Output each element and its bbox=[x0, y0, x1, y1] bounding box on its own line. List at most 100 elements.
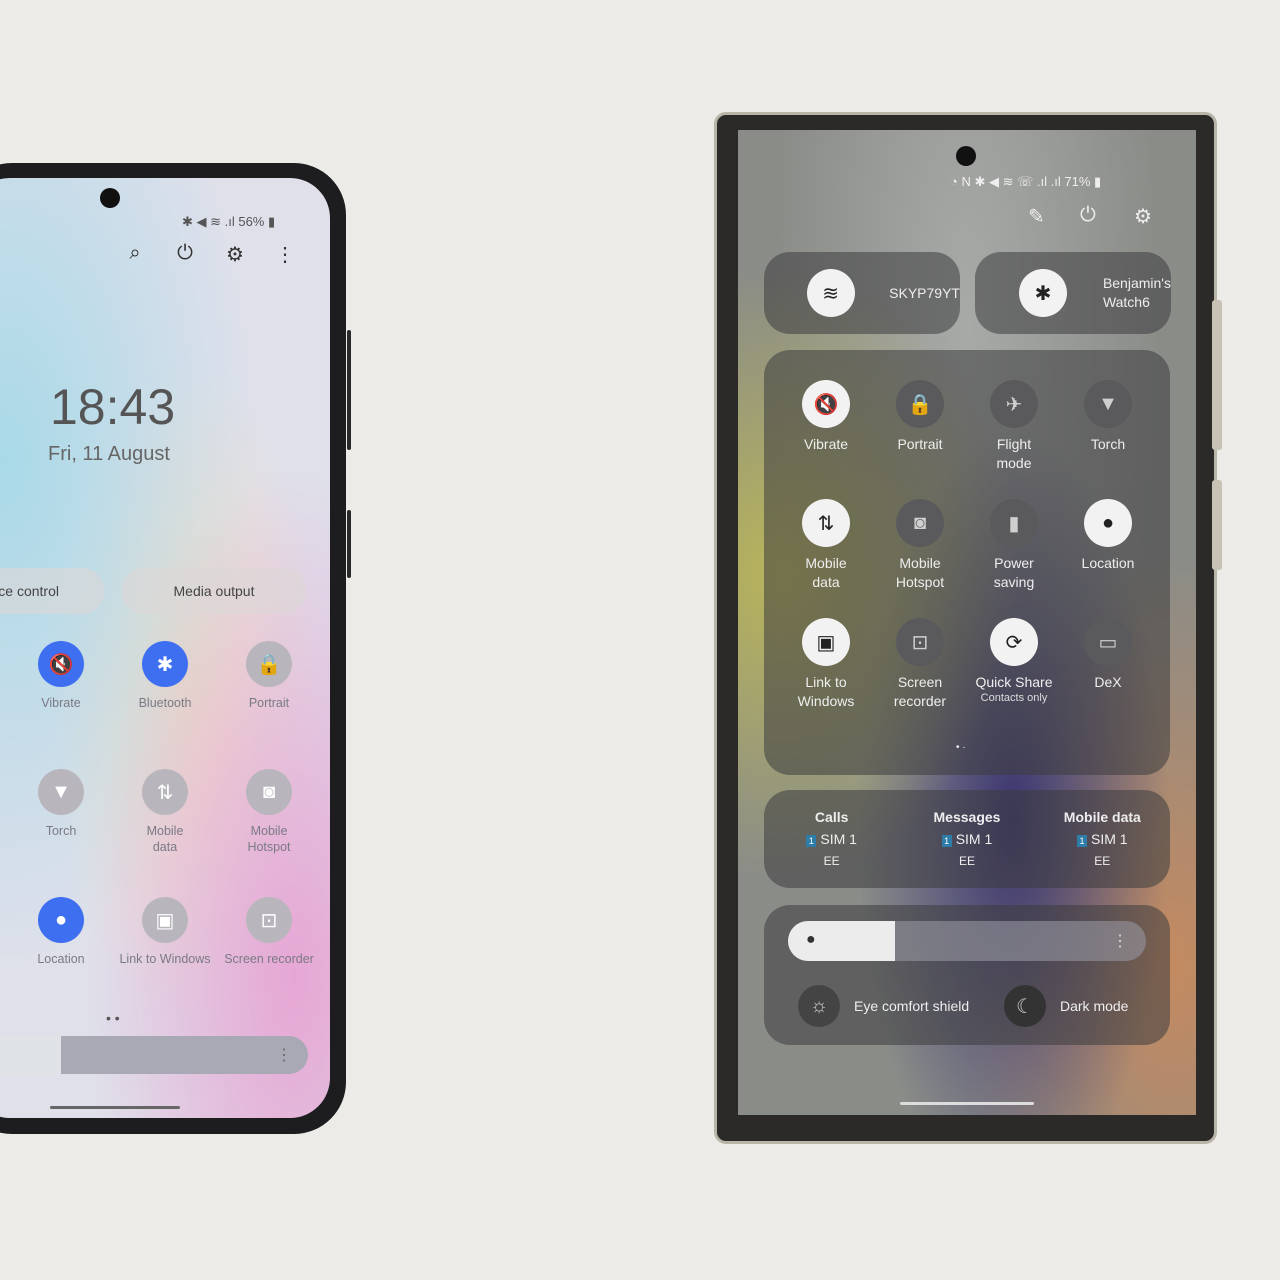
sim-panel: Calls 1 SIM 1 EE Messages 1 SIM 1 EE Mobil… bbox=[764, 790, 1170, 888]
more-vert-icon[interactable]: ⋮ bbox=[272, 242, 298, 267]
sim-1[interactable]: Messages 1 SIM 1 EE bbox=[902, 806, 1032, 872]
tile-label: Quick Share bbox=[975, 674, 1053, 690]
tile-label: Screen recorder bbox=[224, 952, 314, 966]
tile-hotspot[interactable]: ◙ Mobile Hotspot bbox=[873, 499, 967, 592]
tile-label: Link to Windows bbox=[119, 952, 211, 966]
front-camera bbox=[100, 188, 120, 208]
vibrate-icon: 🔇 bbox=[38, 641, 84, 687]
tile-hotspot[interactable]: ◙ Mobile Hotspot bbox=[217, 769, 321, 855]
sim-number-badge: 1 bbox=[941, 835, 952, 847]
edit-icon[interactable]: ✎ bbox=[1028, 204, 1045, 229]
tile-label: Vibrate bbox=[803, 436, 849, 452]
eye-comfort-toggle[interactable]: ☼ Eye comfort shield bbox=[798, 985, 969, 1027]
tile-link-to-windows[interactable]: ▣ Link to Windows bbox=[113, 897, 217, 967]
portrait-lock-icon: 🔒 bbox=[896, 380, 944, 428]
tile-label: Screen recorder bbox=[893, 674, 947, 709]
location-icon: ● bbox=[1084, 499, 1132, 547]
screen-recorder-icon: ⊡ bbox=[896, 618, 944, 666]
tile-label: Torch bbox=[1090, 436, 1126, 452]
tile-location[interactable]: ● Location bbox=[1061, 499, 1155, 573]
gear-icon[interactable]: ⚙ bbox=[1134, 204, 1152, 229]
side-button bbox=[347, 510, 351, 578]
bluetooth-icon: ✱ bbox=[1018, 269, 1067, 317]
screen-recorder-icon: ⊡ bbox=[246, 897, 292, 943]
clock-date: Fri, 11 August bbox=[48, 443, 170, 465]
nav-handle[interactable] bbox=[50, 1106, 180, 1109]
brightness-slider[interactable]: ● ⋮ bbox=[788, 921, 1146, 961]
tile-label: Mobile data bbox=[805, 555, 847, 590]
moon-icon: ☾ bbox=[1004, 985, 1046, 1027]
hotspot-icon: ◙ bbox=[896, 499, 944, 547]
dark-mode-label: Dark mode bbox=[1060, 998, 1129, 1014]
tile-label: Link to Windows bbox=[797, 674, 855, 709]
sim-0[interactable]: Calls 1 SIM 1 EE bbox=[767, 806, 897, 872]
airplane-icon: ✈ bbox=[990, 380, 1038, 428]
gear-icon[interactable]: ⚙ bbox=[222, 242, 248, 267]
page-indicator: • • bbox=[106, 1010, 120, 1026]
power-icon[interactable]: ⏻ bbox=[172, 242, 198, 265]
media-output-button[interactable]: Media output bbox=[122, 568, 306, 614]
wifi-tile[interactable]: ≋ SKYP79YT bbox=[764, 252, 960, 334]
tile-portrait-lock[interactable]: 🔒 Portrait bbox=[873, 380, 967, 454]
tile-label: Vibrate bbox=[41, 696, 81, 710]
sim-carrier: EE bbox=[1094, 854, 1111, 868]
clock-time: 18:43 bbox=[50, 379, 176, 435]
device-control-button[interactable]: ce control bbox=[0, 568, 104, 614]
volume-button bbox=[1212, 300, 1222, 450]
sim-carrier: EE bbox=[958, 854, 975, 868]
tile-label: Mobile data bbox=[146, 824, 184, 854]
right-phone-screen: ◔ N ✱ ◀ ≋ ☏ .ıl .ıl 71% ▮ ✎ ⏻ ⚙ ≋ SKYP79… bbox=[738, 130, 1196, 1115]
bluetooth-tile[interactable]: ✱ Benjamin's Watch6 bbox=[975, 252, 1171, 334]
tile-sublabel: Contacts only bbox=[980, 692, 1048, 704]
sim-carrier: EE bbox=[823, 854, 840, 868]
tile-quick-share[interactable]: ⟳ Quick Share Contacts only bbox=[967, 618, 1061, 704]
front-camera bbox=[956, 146, 976, 166]
wifi-icon: ≋ bbox=[806, 269, 855, 317]
page-indicator: • · bbox=[956, 742, 966, 753]
more-icon[interactable]: ⋮ bbox=[276, 1045, 292, 1065]
tile-label: Bluetooth bbox=[138, 696, 192, 710]
sim-number-badge: 1 bbox=[806, 835, 817, 847]
tile-label: Mobile Hotspot bbox=[895, 555, 945, 590]
power-icon[interactable]: ⏻ bbox=[1080, 204, 1096, 227]
brightness-icon: ● bbox=[806, 931, 816, 948]
tile-dex[interactable]: ▭ DeX bbox=[1061, 618, 1155, 692]
volume-button bbox=[347, 330, 351, 450]
tile-bluetooth[interactable]: ✱ Bluetooth bbox=[113, 641, 217, 711]
dex-icon: ▭ bbox=[1084, 618, 1132, 666]
brightness-slider[interactable]: ⋮ bbox=[0, 1036, 308, 1074]
tile-power-saving[interactable]: ▮ Power saving bbox=[967, 499, 1061, 592]
sim-title: Mobile data bbox=[1063, 809, 1141, 825]
status-bar: ✱ ◀ ≋ .ıl 56% ▮ bbox=[182, 214, 276, 229]
link-to-windows-icon: ▣ bbox=[802, 618, 850, 666]
battery-level: 71% bbox=[1064, 174, 1091, 189]
tile-vibrate[interactable]: 🔇 Vibrate bbox=[779, 380, 873, 454]
tile-screen-recorder[interactable]: ⊡ Screen recorder bbox=[873, 618, 967, 711]
dark-mode-toggle[interactable]: ☾ Dark mode bbox=[1004, 985, 1128, 1027]
search-icon[interactable]: ⌕ bbox=[122, 242, 148, 265]
bluetooth-icon: ✱ bbox=[142, 641, 188, 687]
tile-label: Location bbox=[37, 952, 85, 966]
tile-torch[interactable]: ▼ Torch bbox=[1061, 380, 1155, 454]
tile-link-to-windows[interactable]: ▣ Link to Windows bbox=[779, 618, 873, 711]
tile-screen-recorder[interactable]: ⊡ Screen recorder bbox=[217, 897, 321, 967]
tile-mobile-data[interactable]: ⇅ Mobile data bbox=[779, 499, 873, 592]
sim-2[interactable]: Mobile data 1 SIM 1 EE bbox=[1037, 806, 1167, 872]
sim-title: Messages bbox=[933, 809, 1001, 825]
tile-vibrate[interactable]: 🔇 Vibrate bbox=[9, 641, 113, 711]
tile-portrait-lock[interactable]: 🔒 Portrait bbox=[217, 641, 321, 711]
tile-label: Portrait bbox=[897, 436, 943, 452]
torch-icon: ▼ bbox=[1084, 380, 1132, 428]
link-to-windows-icon: ▣ bbox=[142, 897, 188, 943]
tile-label: Portrait bbox=[248, 696, 290, 710]
nav-handle[interactable] bbox=[900, 1102, 1034, 1105]
tile-mobile-data[interactable]: ⇅ Mobile data bbox=[113, 769, 217, 855]
tile-label: Location bbox=[1081, 555, 1135, 571]
wifi-name: SKYP79YT bbox=[889, 285, 960, 301]
tile-location[interactable]: ● Location bbox=[9, 897, 113, 967]
brightness-fill bbox=[788, 921, 896, 961]
more-icon[interactable]: ⋮ bbox=[1112, 931, 1128, 951]
eye-comfort-icon: ☼ bbox=[798, 985, 840, 1027]
tile-torch[interactable]: ▼ Torch bbox=[9, 769, 113, 839]
tile-airplane[interactable]: ✈ Flight mode bbox=[967, 380, 1061, 473]
